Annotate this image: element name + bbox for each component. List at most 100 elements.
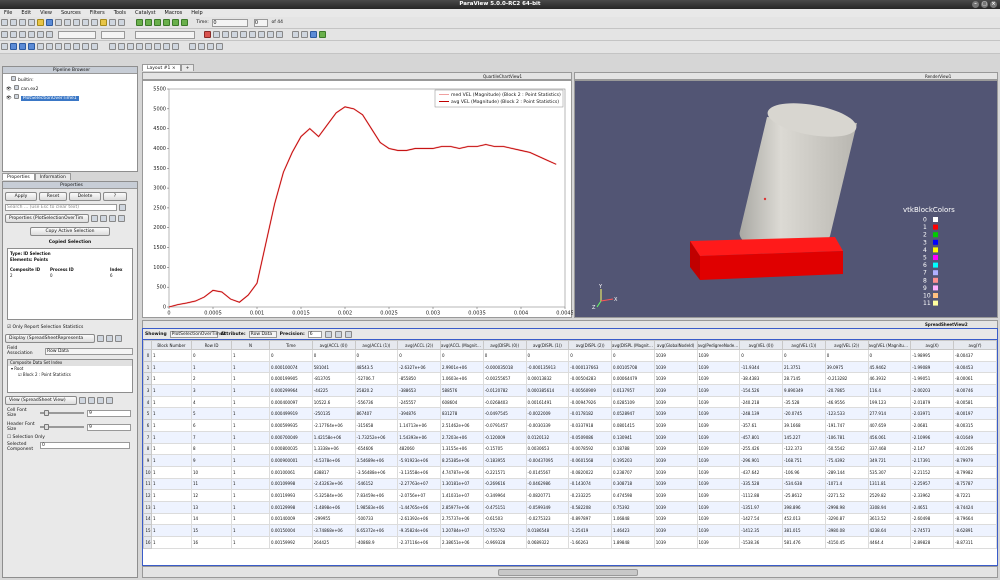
column-header[interactable]: avg(ACCL (Magnitude xyxy=(440,340,484,350)
table-cell[interactable]: 0.0689322 xyxy=(525,536,570,549)
table-cell[interactable]: 116.4 xyxy=(867,384,912,397)
selection-only-row[interactable]: ☐ Selection Only xyxy=(3,433,137,442)
table-cell[interactable]: -2.00203 xyxy=(910,384,954,397)
table-cell[interactable]: 1039 xyxy=(696,384,741,397)
table-cell[interactable]: 2.9901e+06 xyxy=(440,360,484,374)
table-row[interactable]: 14 1 14 1 0.00140009 -299955 -500733 -2.61392e+… xyxy=(143,512,997,526)
export-icon[interactable] xyxy=(344,330,352,338)
table-cell[interactable]: 3613.52 xyxy=(867,512,912,526)
table-cell[interactable]: 0.000400097 xyxy=(269,395,313,409)
loop-icon[interactable] xyxy=(180,19,188,26)
table-cell[interactable]: 1039 xyxy=(653,454,698,467)
reset-center-icon[interactable] xyxy=(207,43,215,50)
table-cell[interactable]: -8.79664 xyxy=(953,512,997,526)
table-cell[interactable]: -2.0681 xyxy=(910,419,954,432)
new-layout-tab[interactable]: + xyxy=(180,64,195,71)
row-number[interactable]: 3 xyxy=(143,384,152,397)
line-chart[interactable]: 0 500 1000 1500 2000 2500 3000 3500 4000 4500 5000… xyxy=(143,81,573,319)
table-cell[interactable]: -0.61503 xyxy=(482,512,527,526)
center-axes-icon[interactable] xyxy=(189,43,197,50)
table-cell[interactable]: 0 xyxy=(611,349,655,362)
table-cell[interactable]: -2.01879 xyxy=(910,395,954,409)
table-cell[interactable]: -255.426 xyxy=(739,442,783,456)
table-cell[interactable]: -1351.97 xyxy=(739,500,783,514)
table-cell[interactable]: 4.74787e+06 xyxy=(440,465,484,479)
table-cell[interactable]: 0.00129998 xyxy=(269,500,313,514)
table-row[interactable]: 13 1 13 1 0.00129998 -1.4898e+06 1.98583e+06 -1… xyxy=(143,500,997,514)
table-cell[interactable]: -2.4651 xyxy=(910,500,954,514)
filter-section-button[interactable]: Properties (PlotSelectionOverTim xyxy=(5,214,89,223)
table-cell[interactable]: 588576 xyxy=(440,384,484,397)
table-cell[interactable]: -123.533 xyxy=(824,407,869,421)
table-cell[interactable]: 277.914 xyxy=(867,407,912,421)
table-cell[interactable]: -8.74424 xyxy=(953,500,997,514)
table-cell[interactable]: -0.000137663 xyxy=(568,360,612,374)
row-number[interactable]: 4 xyxy=(143,395,152,409)
table-cell[interactable]: -106.96 xyxy=(782,465,826,479)
eye-icon[interactable]: 👁 xyxy=(6,96,12,101)
table-cell[interactable]: 3 xyxy=(191,384,232,397)
table-cell[interactable]: -8.75787 xyxy=(953,477,997,491)
column-header[interactable]: avg(DISPL (2)) xyxy=(568,340,612,350)
tab-information[interactable]: Information xyxy=(34,173,71,180)
edit-colormap-icon[interactable] xyxy=(10,31,17,38)
table-cell[interactable]: -0.00255657 xyxy=(482,372,527,386)
table-cell[interactable]: 1039 xyxy=(696,454,741,467)
table-row[interactable]: 7 1 7 1 0.000700049 1.42158e+06 -1.73252e+06 1.… xyxy=(143,430,997,444)
table-row[interactable]: 11 1 11 1 0.00109998 -2.43263e+06 -546152 -2.27… xyxy=(143,477,997,491)
row-number[interactable]: 7 xyxy=(143,430,152,444)
table-cell[interactable]: 0 xyxy=(739,349,783,362)
table-cell[interactable]: -3.56488e+06 xyxy=(354,465,399,479)
clip-icon[interactable] xyxy=(19,43,26,50)
table-cell[interactable]: 3308.94 xyxy=(867,500,912,514)
table-cell[interactable]: -0.0145567 xyxy=(525,465,570,479)
table-cell[interactable]: -2.17391 xyxy=(910,454,954,467)
help-icon[interactable] xyxy=(100,19,107,26)
table-cell[interactable]: -0.0599349 xyxy=(525,500,570,514)
box-icon[interactable] xyxy=(108,43,116,50)
table-cell[interactable]: -388653 xyxy=(397,384,441,397)
table-cell[interactable]: 145.227 xyxy=(782,430,826,444)
table-cell[interactable]: -0.143074 xyxy=(568,477,612,491)
table-cell[interactable]: -75.4392 xyxy=(824,454,869,467)
reload-icon[interactable] xyxy=(97,397,104,404)
table-cell[interactable]: -457.801 xyxy=(739,430,783,444)
table-cell[interactable]: 1039 xyxy=(696,395,741,409)
table-cell[interactable]: 1039 xyxy=(696,419,741,432)
table-cell[interactable]: 199.123 xyxy=(867,395,912,409)
stream-tracer-icon[interactable] xyxy=(64,43,71,50)
table-cell[interactable]: 438817 xyxy=(311,465,356,479)
table-cell[interactable]: 2.38651e+06 xyxy=(440,536,484,549)
paste-icon[interactable] xyxy=(106,335,113,342)
open-icon[interactable] xyxy=(1,19,8,26)
table-cell[interactable]: -0.213282 xyxy=(824,372,869,386)
table-cell[interactable]: -0.897897 xyxy=(568,512,612,526)
table-cell[interactable]: 1 xyxy=(151,349,192,362)
table-cell[interactable]: -8.87311 xyxy=(953,536,997,549)
table-cell[interactable]: 1039 xyxy=(696,372,741,386)
table-cell[interactable]: -394876 xyxy=(397,407,441,421)
table-cell[interactable]: 0.00159992 xyxy=(269,536,313,549)
table-cell[interactable]: 1 xyxy=(231,536,270,549)
table-cell[interactable]: -0.00947926 xyxy=(568,395,612,409)
minimize-icon[interactable]: – xyxy=(972,1,979,8)
table-cell[interactable]: 48543.5 xyxy=(354,360,399,374)
table-row[interactable]: 12 1 12 1 0.00119993 -5.32584e+06 7.83459e+06-… xyxy=(143,489,997,502)
help-button[interactable]: ? xyxy=(103,192,127,201)
table-cell[interactable]: 1039 xyxy=(696,465,741,479)
table-cell[interactable]: 1039 xyxy=(653,372,698,386)
table-cell[interactable]: 39.1668 xyxy=(782,419,826,432)
table-cell[interactable]: -8.01649 xyxy=(953,430,997,444)
table-cell[interactable]: 1039 xyxy=(653,536,698,549)
table-cell[interactable]: 1039 xyxy=(653,395,698,409)
column-header[interactable]: avg(X) xyxy=(910,340,954,350)
table-cell[interactable]: 398.896 xyxy=(782,500,826,514)
table-cell[interactable]: -0.00437095 xyxy=(525,454,570,467)
table-cell[interactable]: 1311.81 xyxy=(867,477,912,491)
table-cell[interactable]: -357.61 xyxy=(739,419,783,432)
table-cell[interactable]: -250135 xyxy=(311,407,356,421)
table-cell[interactable]: -546152 xyxy=(354,477,399,491)
table-cell[interactable]: 4238.64 xyxy=(867,524,912,537)
table-cell[interactable]: 12 xyxy=(191,489,232,502)
table-row[interactable]: 1 1 1 1 0.000100074 581041 48543.5 -2.6327e+06 2… xyxy=(143,360,997,374)
